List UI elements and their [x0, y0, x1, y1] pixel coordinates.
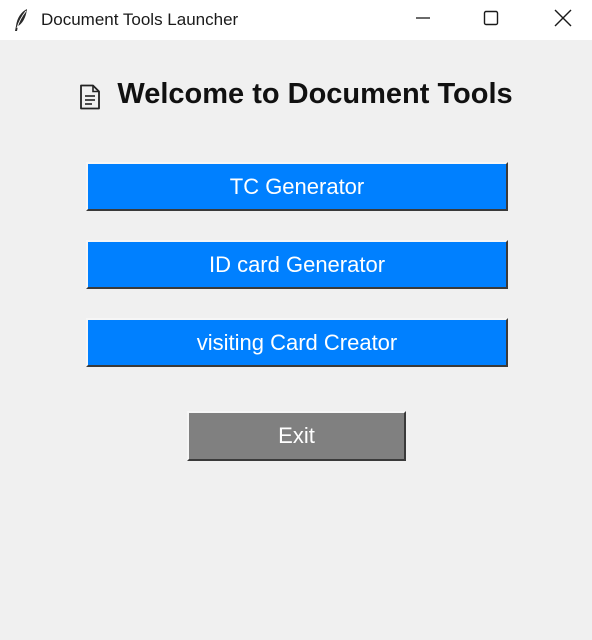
- minimize-button[interactable]: [400, 0, 446, 40]
- app-window: Document Tools Launcher Welcome to Docum…: [0, 0, 592, 640]
- close-button[interactable]: [540, 0, 586, 40]
- close-icon: [554, 9, 572, 32]
- exit-button[interactable]: Exit: [187, 411, 406, 461]
- visiting-card-creator-button[interactable]: visiting Card Creator: [86, 318, 508, 367]
- maximize-icon: [483, 10, 499, 31]
- maximize-button[interactable]: [468, 0, 514, 40]
- document-icon: [79, 84, 101, 110]
- heading-title: Welcome to Document Tools: [117, 78, 513, 110]
- minimize-icon: [416, 11, 430, 30]
- title-bar[interactable]: Document Tools Launcher: [0, 0, 592, 40]
- feather-icon: [12, 8, 30, 32]
- tc-generator-button[interactable]: TC Generator: [86, 162, 508, 211]
- window-title: Document Tools Launcher: [41, 10, 239, 29]
- page-heading: Welcome to Document Tools: [0, 78, 592, 111]
- id-card-generator-button[interactable]: ID card Generator: [86, 240, 508, 289]
